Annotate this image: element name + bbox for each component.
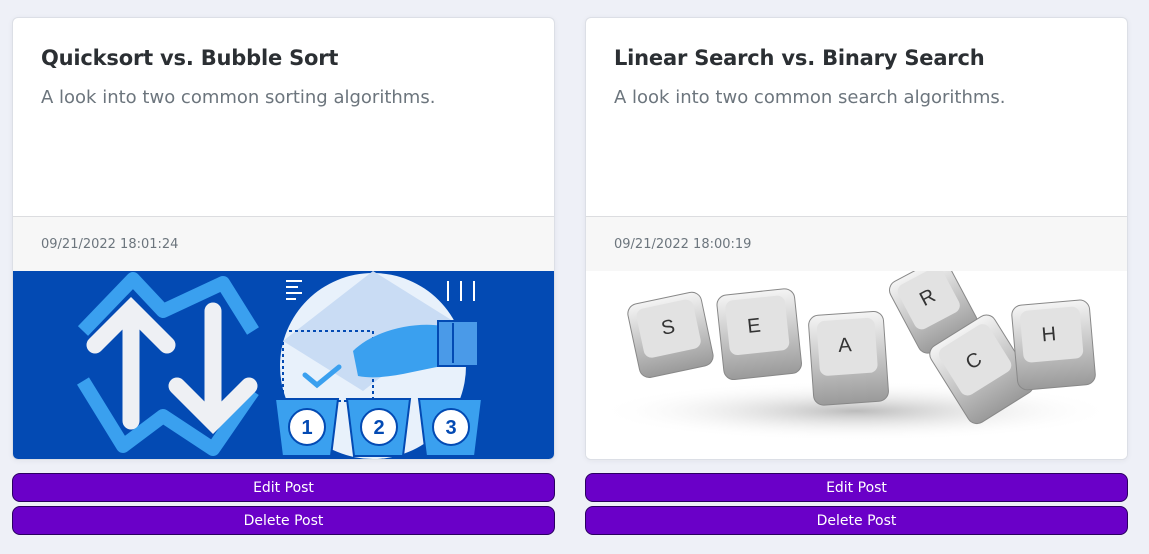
post-column-search: Linear Search vs. Binary Search A look i… [585, 17, 1128, 535]
card-footer: 09/21/2022 18:00:19 [586, 216, 1127, 271]
badge-label: 2 [373, 417, 384, 439]
card-body: Linear Search vs. Binary Search A look i… [586, 18, 1127, 216]
card-body: Quicksort vs. Bubble Sort A look into tw… [13, 18, 554, 216]
post-title: Linear Search vs. Binary Search [614, 46, 985, 70]
badge-label: 3 [445, 417, 456, 439]
badge-label: 1 [301, 417, 312, 439]
post-column-quicksort: Quicksort vs. Bubble Sort A look into tw… [12, 17, 555, 535]
card-footer: 09/21/2022 18:01:24 [13, 216, 554, 271]
edit-post-button[interactable]: Edit Post [585, 473, 1128, 502]
post-description: A look into two common sorting algorithm… [41, 87, 436, 108]
delete-post-button[interactable]: Delete Post [585, 506, 1128, 535]
post-card: Linear Search vs. Binary Search A look i… [585, 17, 1128, 460]
post-timestamp: 09/21/2022 18:00:19 [614, 236, 752, 252]
post-card: Quicksort vs. Bubble Sort A look into tw… [12, 17, 555, 460]
post-timestamp: 09/21/2022 18:01:24 [41, 236, 179, 252]
post-image-sorting: 1 2 3 [13, 271, 554, 459]
delete-post-button[interactable]: Delete Post [12, 506, 555, 535]
key-label: E [746, 315, 762, 338]
post-title: Quicksort vs. Bubble Sort [41, 46, 339, 70]
edit-post-button[interactable]: Edit Post [12, 473, 555, 502]
post-image-search: S E A R C H [586, 271, 1127, 459]
post-description: A look into two common search algorithms… [614, 87, 1006, 108]
key-label: A [837, 334, 853, 357]
key-label: H [1041, 323, 1057, 346]
